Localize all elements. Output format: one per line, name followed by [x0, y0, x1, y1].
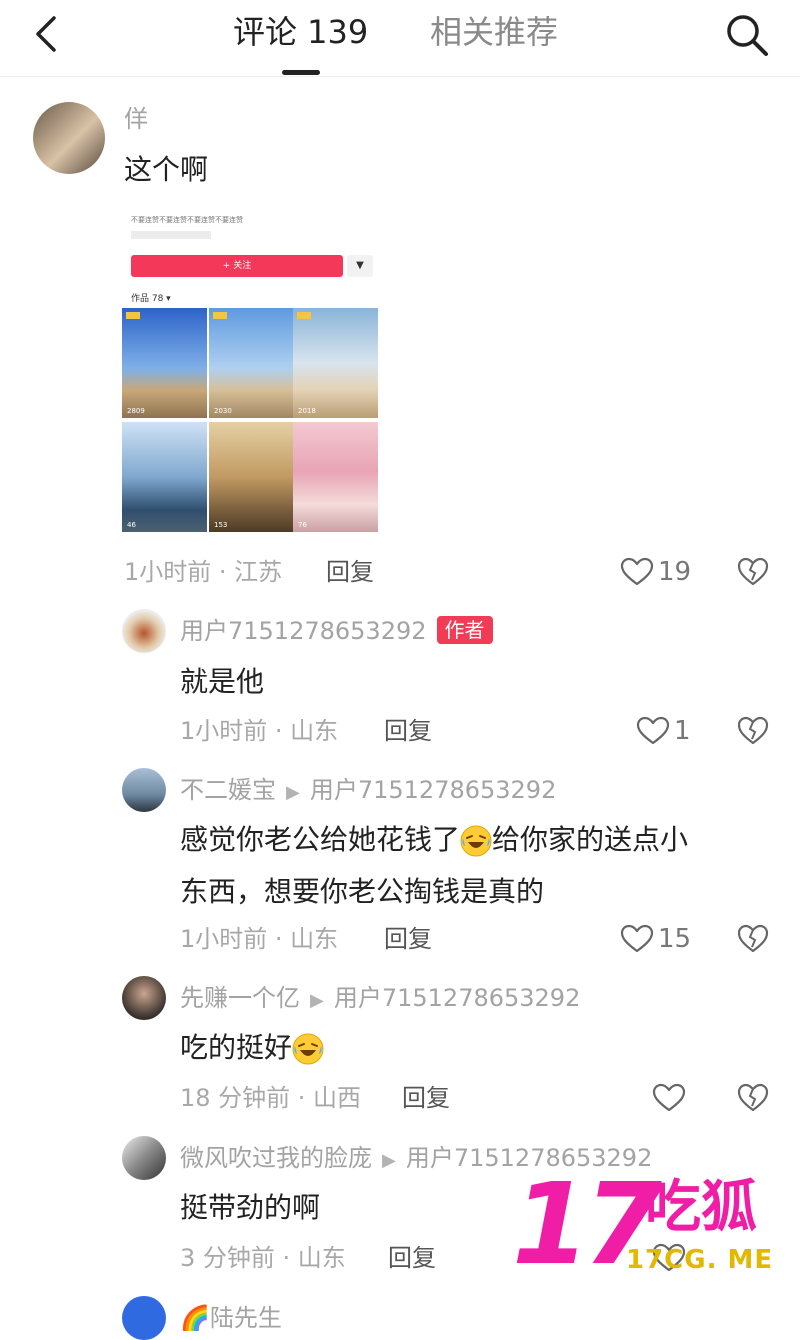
- comment-time-location: 1小时前 · 江苏: [124, 558, 283, 586]
- search-icon[interactable]: [722, 10, 772, 60]
- embedded-dropdown: ▼: [347, 255, 373, 277]
- comment-text-part: 吃的挺好: [180, 1031, 293, 1064]
- laughing-crying-emoji-icon: [292, 1033, 324, 1065]
- comment-username[interactable]: 先赚一个亿 ▶ 用户7151278653292: [180, 983, 580, 1016]
- broken-heart-icon[interactable]: [737, 557, 769, 587]
- comment-text-part: 感觉你老公给她花钱了: [180, 823, 461, 856]
- comment-time-location: 1小时前 · 山东: [180, 925, 339, 953]
- reply-button[interactable]: 回复: [402, 1083, 450, 1113]
- watermark-url: 17CG. ME: [626, 1245, 774, 1275]
- embedded-works-label: 作品 78 ▾: [131, 294, 171, 304]
- comment-text: 挺带劲的啊: [180, 1191, 321, 1224]
- avatar[interactable]: [122, 1296, 166, 1340]
- reply-button[interactable]: 回复: [384, 716, 432, 746]
- username-text[interactable]: 微风吹过我的脸庞: [180, 1144, 372, 1172]
- broken-heart-icon[interactable]: [737, 1083, 769, 1113]
- comments-header: 评论 139 相关推荐: [0, 0, 800, 77]
- embedded-thumbnail: 2030: [209, 308, 294, 418]
- avatar[interactable]: [33, 102, 105, 174]
- like-count: 15: [658, 924, 692, 954]
- comment-username[interactable]: 不二媛宝 ▶ 用户7151278653292: [180, 775, 556, 808]
- embedded-thumbnail: 46: [122, 422, 207, 532]
- embedded-bio: 不要连赞不要连赞不要连赞不要连赞: [131, 216, 243, 224]
- watermark-brand: 吃狐: [645, 1175, 757, 1240]
- avatar[interactable]: [122, 768, 166, 812]
- comment-time-location: 3 分钟前 · 山东: [180, 1244, 346, 1272]
- comment-time-location: 1小时前 · 山东: [180, 717, 339, 745]
- comment-text: 吃的挺好: [180, 1022, 324, 1074]
- heart-icon: [652, 1083, 686, 1112]
- username-text[interactable]: 用户7151278653292: [180, 617, 427, 645]
- tab-comments[interactable]: 评论 139: [233, 12, 368, 52]
- like-count: 1: [674, 716, 691, 746]
- heart-icon: [636, 716, 670, 745]
- comment-username[interactable]: 🌈陆先生: [180, 1303, 282, 1333]
- comment-text-line2: 东西，想要你老公掏钱是真的: [180, 875, 545, 908]
- avatar[interactable]: [122, 609, 166, 653]
- broken-heart-icon[interactable]: [737, 924, 769, 954]
- heart-icon: [620, 924, 654, 953]
- comment-text-part: 给你家的送点小: [492, 823, 689, 856]
- embedded-thumbnail: 2809: [122, 308, 207, 418]
- like-button[interactable]: 1: [636, 716, 691, 746]
- avatar[interactable]: [122, 1136, 166, 1180]
- heart-icon: [620, 557, 654, 586]
- embedded-thumbnail: 153: [209, 422, 294, 532]
- reply-button[interactable]: 回复: [388, 1243, 436, 1273]
- embedded-screenshot[interactable]: 不要连赞不要连赞不要连赞不要连赞 + 关注 ▼ 作品 78 ▾ 2809 203…: [120, 195, 380, 547]
- username-text[interactable]: 先赚一个亿: [180, 984, 300, 1012]
- reply-target-username[interactable]: 用户7151278653292: [334, 984, 581, 1012]
- reply-button[interactable]: 回复: [384, 924, 432, 954]
- broken-heart-icon[interactable]: [737, 716, 769, 746]
- reply-arrow-icon: ▶: [310, 990, 324, 1011]
- laughing-crying-emoji-icon: [460, 825, 492, 857]
- embedded-tag-row: [131, 231, 211, 239]
- like-button[interactable]: 19: [620, 557, 691, 587]
- like-button[interactable]: [652, 1083, 690, 1113]
- reply-button[interactable]: 回复: [326, 557, 374, 587]
- embedded-thumbnail: 2018: [293, 308, 378, 418]
- comment-text: 感觉你老公给她花钱了 给你家的送点小: [180, 814, 760, 866]
- author-badge: 作者: [436, 616, 493, 644]
- active-tab-indicator: [282, 70, 320, 75]
- like-count: 19: [658, 557, 692, 587]
- chevron-left-icon[interactable]: [32, 14, 62, 54]
- comment-text: 就是他: [180, 665, 265, 698]
- comment-time-location: 18 分钟前 · 山西: [180, 1084, 362, 1112]
- embedded-follow-button: + 关注: [131, 255, 343, 277]
- like-button[interactable]: 15: [620, 924, 691, 954]
- tab-related[interactable]: 相关推荐: [430, 12, 558, 52]
- reply-arrow-icon: ▶: [382, 1150, 396, 1171]
- username-text[interactable]: 不二媛宝: [180, 776, 276, 804]
- embedded-thumbnail: 76: [293, 422, 378, 532]
- avatar[interactable]: [122, 976, 166, 1020]
- comment-text: 这个啊: [124, 153, 209, 186]
- comment-username[interactable]: 用户7151278653292 作者: [180, 616, 493, 646]
- comment-username[interactable]: 佯: [124, 104, 148, 134]
- reply-arrow-icon: ▶: [286, 782, 300, 803]
- reply-target-username[interactable]: 用户7151278653292: [310, 776, 557, 804]
